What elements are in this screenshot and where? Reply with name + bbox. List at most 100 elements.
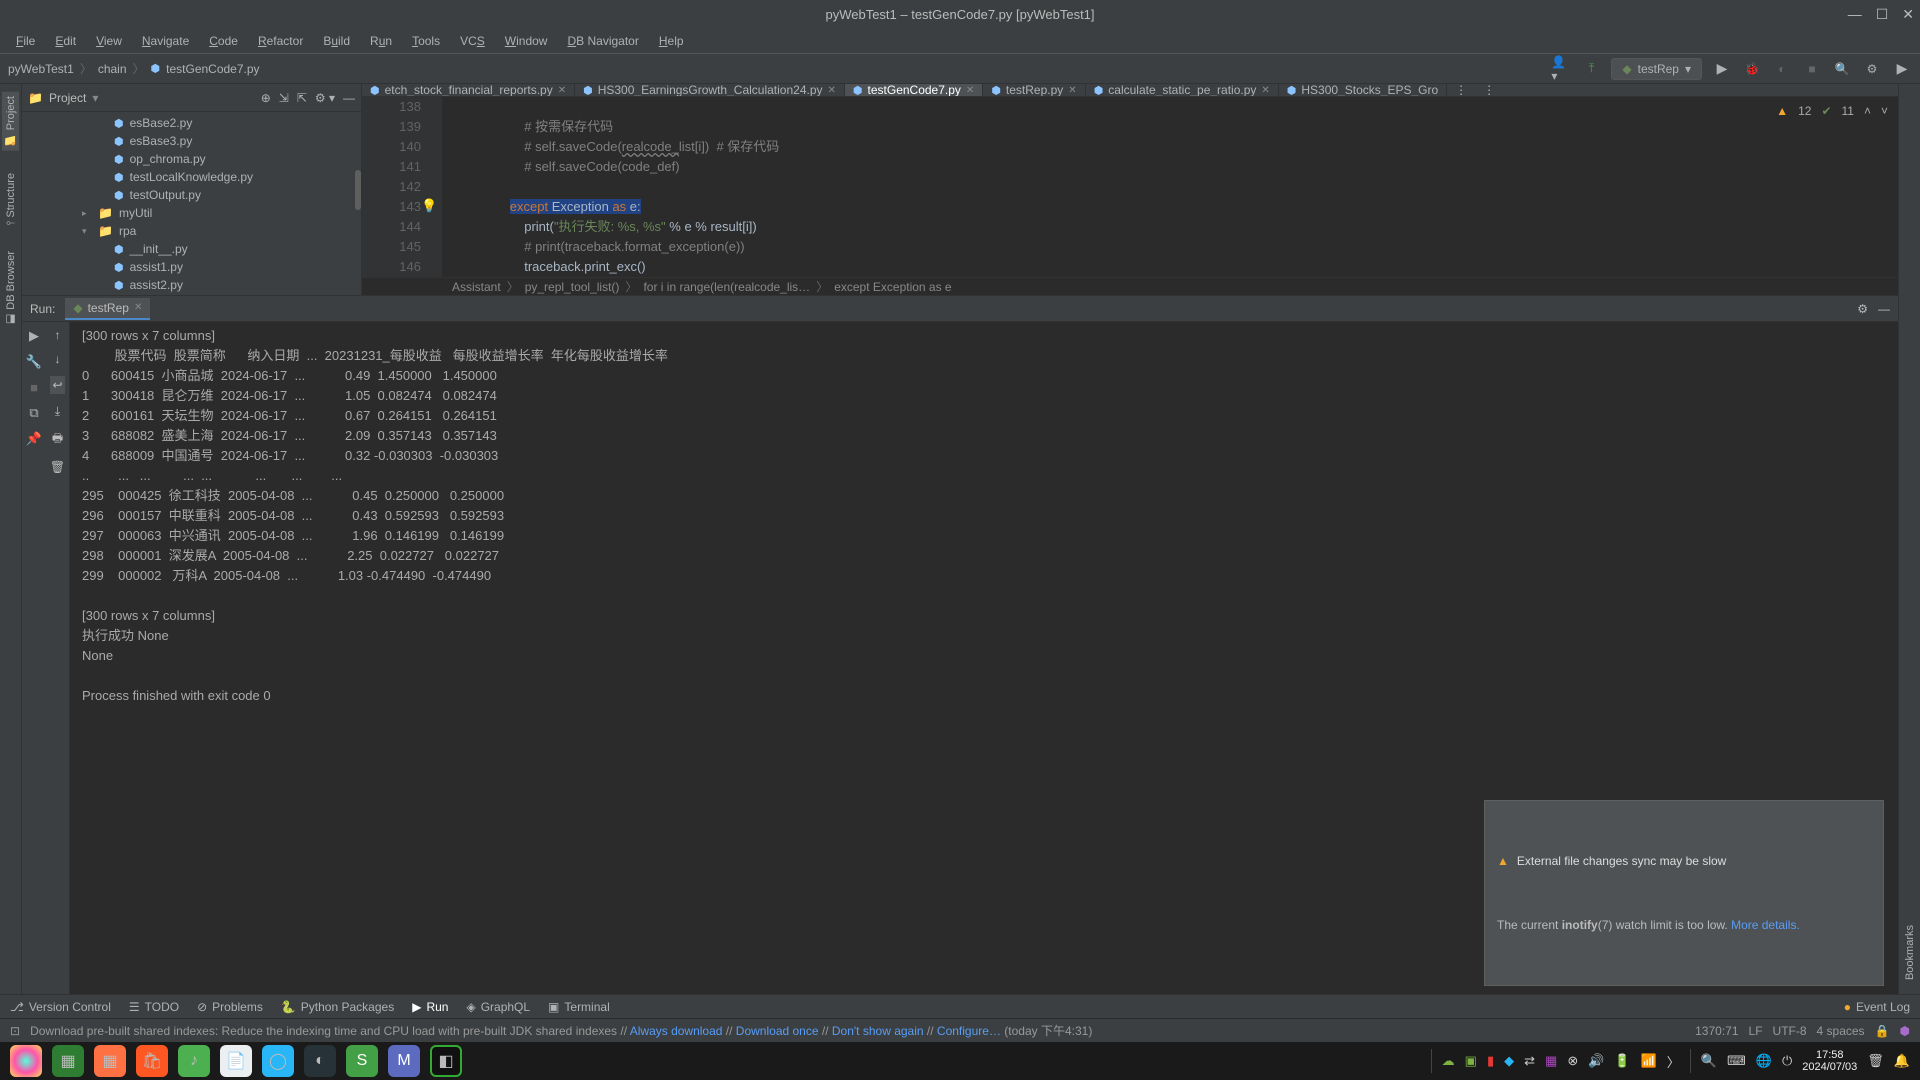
menu-view[interactable]: View <box>88 32 130 50</box>
bookmarks-toolwindow-tab[interactable]: Bookmarks <box>1902 921 1918 984</box>
problems-tab[interactable]: ⊘ Problems <box>197 1000 263 1014</box>
play-icon[interactable]: ▶ <box>1892 59 1912 79</box>
project-title[interactable]: Project <box>49 91 86 105</box>
encoding[interactable]: UTF-8 <box>1773 1024 1807 1038</box>
tree-folder-myutil[interactable]: ▸📁myUtil <box>22 204 361 222</box>
browser-app-icon[interactable]: ◯ <box>262 1045 294 1077</box>
menu-vcs[interactable]: VCS <box>452 32 493 50</box>
editor-tab[interactable]: ⬢calculate_static_pe_ratio.py✕ <box>1086 84 1279 96</box>
close-icon[interactable]: ✕ <box>1261 85 1269 96</box>
document-app-icon[interactable]: 📄 <box>220 1045 252 1077</box>
tray-icon[interactable]: ⊗ <box>1567 1053 1578 1069</box>
collapse-icon[interactable]: ⇱ <box>297 91 307 105</box>
crumb-file[interactable]: testGenCode7.py <box>166 62 259 76</box>
stop-icon[interactable]: ■ <box>1802 59 1822 79</box>
app-icon[interactable]: M <box>388 1045 420 1077</box>
chevron-down-icon[interactable]: ▾ <box>92 91 98 105</box>
hide-icon[interactable]: — <box>343 91 355 105</box>
tray-icon[interactable]: ◆ <box>1504 1053 1514 1069</box>
chevron-down-icon[interactable]: ˅ <box>1881 101 1888 121</box>
run-tab[interactable]: ▶ Run <box>412 1000 448 1014</box>
stop-icon[interactable]: ■ <box>30 380 38 395</box>
notification-link[interactable]: More details. <box>1731 918 1800 932</box>
project-toolwindow-tab[interactable]: 📁 Project <box>2 92 19 151</box>
keyboard-icon[interactable]: ⌨ <box>1727 1053 1746 1069</box>
notification-popup[interactable]: ▲External file changes sync may be slow … <box>1484 800 1884 986</box>
clock[interactable]: 17:582024/07/03 <box>1802 1049 1857 1073</box>
tree-folder-rpa[interactable]: ▾📁rpa <box>22 222 361 240</box>
crumb-folder[interactable]: chain <box>98 62 127 76</box>
close-icon[interactable]: ✕ <box>1902 6 1914 23</box>
tray-icon[interactable]: ☁ <box>1442 1053 1455 1069</box>
close-icon[interactable]: ✕ <box>828 85 836 96</box>
caret-position[interactable]: 1370:71 <box>1695 1024 1738 1038</box>
check-icon[interactable]: ✔ <box>1821 101 1831 121</box>
maximize-icon[interactable]: ☐ <box>1876 6 1889 23</box>
tray-icon[interactable]: ⇄ <box>1524 1053 1535 1069</box>
down-icon[interactable]: ↓ <box>55 352 61 366</box>
warning-icon[interactable]: ▲ <box>1776 101 1788 121</box>
menu-file[interactable]: File <box>8 32 43 50</box>
debug-icon[interactable]: 🐞 <box>1742 59 1762 79</box>
volume-icon[interactable]: 🔊 <box>1588 1053 1604 1069</box>
python-packages-tab[interactable]: 🐍 Python Packages <box>281 1000 394 1014</box>
ide-icon[interactable]: ⬢ <box>1900 1024 1910 1038</box>
close-icon[interactable]: ✕ <box>134 302 142 313</box>
coverage-icon[interactable]: ◐ <box>1772 59 1792 79</box>
power-icon[interactable]: ⏻ <box>1782 1053 1792 1069</box>
start-menu-icon[interactable] <box>10 1045 42 1077</box>
tray-icon[interactable]: 🗑 <box>1867 1053 1884 1069</box>
scrollbar[interactable] <box>355 170 361 210</box>
crumb-project[interactable]: pyWebTest1 <box>8 62 74 76</box>
code-content[interactable]: # 按需保存代码 # self.saveCode(realcode_list[i… <box>442 97 1898 277</box>
wifi-icon[interactable]: 📶 <box>1641 1053 1657 1069</box>
menu-db-navigator[interactable]: DB Navigator <box>559 32 646 50</box>
chevron-up-icon[interactable]: ˄ <box>1864 101 1871 121</box>
menu-run[interactable]: Run <box>362 32 400 50</box>
tray-icon[interactable]: ▮ <box>1487 1053 1494 1069</box>
close-icon[interactable]: ✕ <box>558 85 566 96</box>
structure-toolwindow-tab[interactable]: ⫯ Structure <box>3 169 19 229</box>
always-download-link[interactable]: Always download <box>630 1024 723 1038</box>
battery-icon[interactable]: 🔋 <box>1614 1053 1630 1069</box>
tray-icon[interactable]: ▦ <box>1545 1053 1557 1069</box>
editor-tab-active[interactable]: ⬢testGenCode7.py✕ <box>845 84 983 96</box>
console-output[interactable]: [300 rows x 7 columns] 股票代码 股票简称 纳入日期 ..… <box>70 322 1898 994</box>
menu-build[interactable]: Build <box>315 32 358 50</box>
menu-edit[interactable]: Edit <box>47 32 84 50</box>
minimize-icon[interactable]: — <box>1848 6 1862 23</box>
rerun-icon[interactable]: ▶ <box>29 328 39 344</box>
todo-tab[interactable]: ☰ TODO <box>129 1000 179 1014</box>
editor-tab[interactable]: ⬢testRep.py✕ <box>983 84 1085 96</box>
event-log-tab[interactable]: ● Event Log <box>1844 1000 1910 1014</box>
soft-wrap-icon[interactable]: ↩ <box>50 376 64 394</box>
settings-gear-icon[interactable]: ⚙ <box>1862 59 1882 79</box>
expand-icon[interactable]: ⇲ <box>279 91 289 105</box>
close-icon[interactable]: ✕ <box>1068 85 1076 96</box>
wrench-icon[interactable]: 🔧 <box>26 354 42 370</box>
scroll-to-end-icon[interactable]: ⤓ <box>55 404 60 419</box>
pin-icon[interactable]: 📌 <box>26 431 42 447</box>
tab-options-icon[interactable]: ⋮ <box>1475 84 1503 96</box>
indexes-icon[interactable]: ⊡ <box>10 1024 20 1038</box>
wps-app-icon[interactable]: S <box>346 1045 378 1077</box>
up-icon[interactable]: ↑ <box>55 328 61 342</box>
menu-window[interactable]: Window <box>497 32 556 50</box>
clear-icon[interactable]: 🗑 <box>50 460 65 474</box>
project-tree[interactable]: ⬢esBase2.py ⬢esBase3.py ⬢op_chroma.py ⬢t… <box>22 112 361 295</box>
store-app-icon[interactable]: 🛍 <box>136 1045 168 1077</box>
graphql-tab[interactable]: ◈ GraphQL <box>466 1000 530 1014</box>
run-tab[interactable]: ◆ testRep ✕ <box>65 298 150 320</box>
line-separator[interactable]: LF <box>1749 1024 1763 1038</box>
restore-layout-icon[interactable]: ⧉ <box>29 405 38 421</box>
settings-gear-icon[interactable]: ⚙ <box>1857 302 1868 316</box>
tray-icon[interactable]: ▣ <box>1465 1053 1477 1069</box>
indent[interactable]: 4 spaces <box>1817 1024 1865 1038</box>
version-control-tab[interactable]: ⎇ Version Control <box>10 1000 111 1014</box>
locate-icon[interactable]: ⊕ <box>261 91 271 105</box>
menu-code[interactable]: Code <box>201 32 246 50</box>
run-button-icon[interactable]: ▶ <box>1712 59 1732 79</box>
intention-bulb-icon[interactable]: 💡 <box>421 196 437 216</box>
app-icon[interactable]: ▦ <box>94 1045 126 1077</box>
pycharm-app-icon[interactable]: ◧ <box>430 1045 462 1077</box>
